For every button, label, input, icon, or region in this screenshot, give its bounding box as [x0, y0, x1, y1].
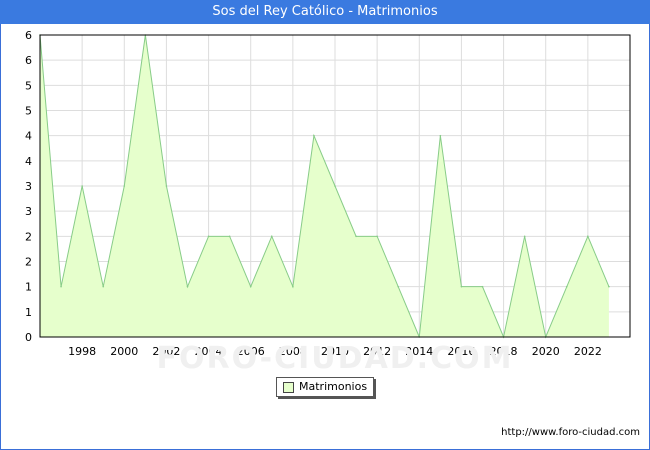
y-tick-label: 3	[25, 180, 32, 193]
y-tick-label: 1	[25, 306, 32, 319]
source-link[interactable]: http://www.foro-ciudad.com	[501, 427, 640, 438]
legend-swatch	[283, 382, 294, 393]
legend: Matrimonios	[276, 377, 374, 397]
data-point	[608, 285, 610, 288]
y-tick-label: 3	[25, 205, 32, 218]
data-point	[355, 235, 357, 238]
data-point	[60, 285, 62, 288]
data-point	[292, 285, 294, 288]
watermark: FORO-CIUDAD.COM	[157, 341, 514, 376]
y-tick-label: 1	[25, 281, 32, 294]
data-point	[249, 285, 252, 288]
data-point	[102, 285, 105, 288]
data-point	[228, 235, 231, 238]
y-tick-label: 2	[25, 230, 32, 243]
data-point	[523, 235, 526, 238]
data-point	[165, 185, 168, 187]
x-tick-label: 2000	[110, 345, 138, 358]
x-tick-label: 2020	[532, 345, 560, 358]
x-tick-label: 2022	[574, 345, 602, 358]
data-point	[376, 235, 378, 238]
data-point	[207, 235, 210, 238]
data-point	[460, 285, 463, 288]
data-point	[270, 235, 273, 238]
data-point	[397, 285, 400, 288]
data-point	[334, 185, 336, 187]
data-point	[186, 285, 189, 288]
data-point	[565, 285, 568, 288]
data-point	[481, 285, 484, 288]
y-tick-label: 6	[25, 29, 32, 42]
x-tick-label: 1998	[68, 345, 96, 358]
y-tick-label: 4	[25, 155, 32, 168]
y-tick-label: 0	[25, 331, 32, 344]
y-tick-label: 5	[25, 79, 32, 92]
data-point	[439, 134, 442, 137]
y-tick-label: 4	[25, 130, 32, 143]
legend-label: Matrimonios	[299, 380, 368, 393]
data-point	[123, 185, 126, 187]
y-tick-label: 2	[25, 256, 32, 269]
data-point	[313, 134, 315, 137]
data-point	[81, 185, 83, 187]
data-point	[587, 235, 589, 238]
y-tick-label: 6	[25, 54, 32, 67]
y-tick-label: 5	[25, 105, 32, 118]
